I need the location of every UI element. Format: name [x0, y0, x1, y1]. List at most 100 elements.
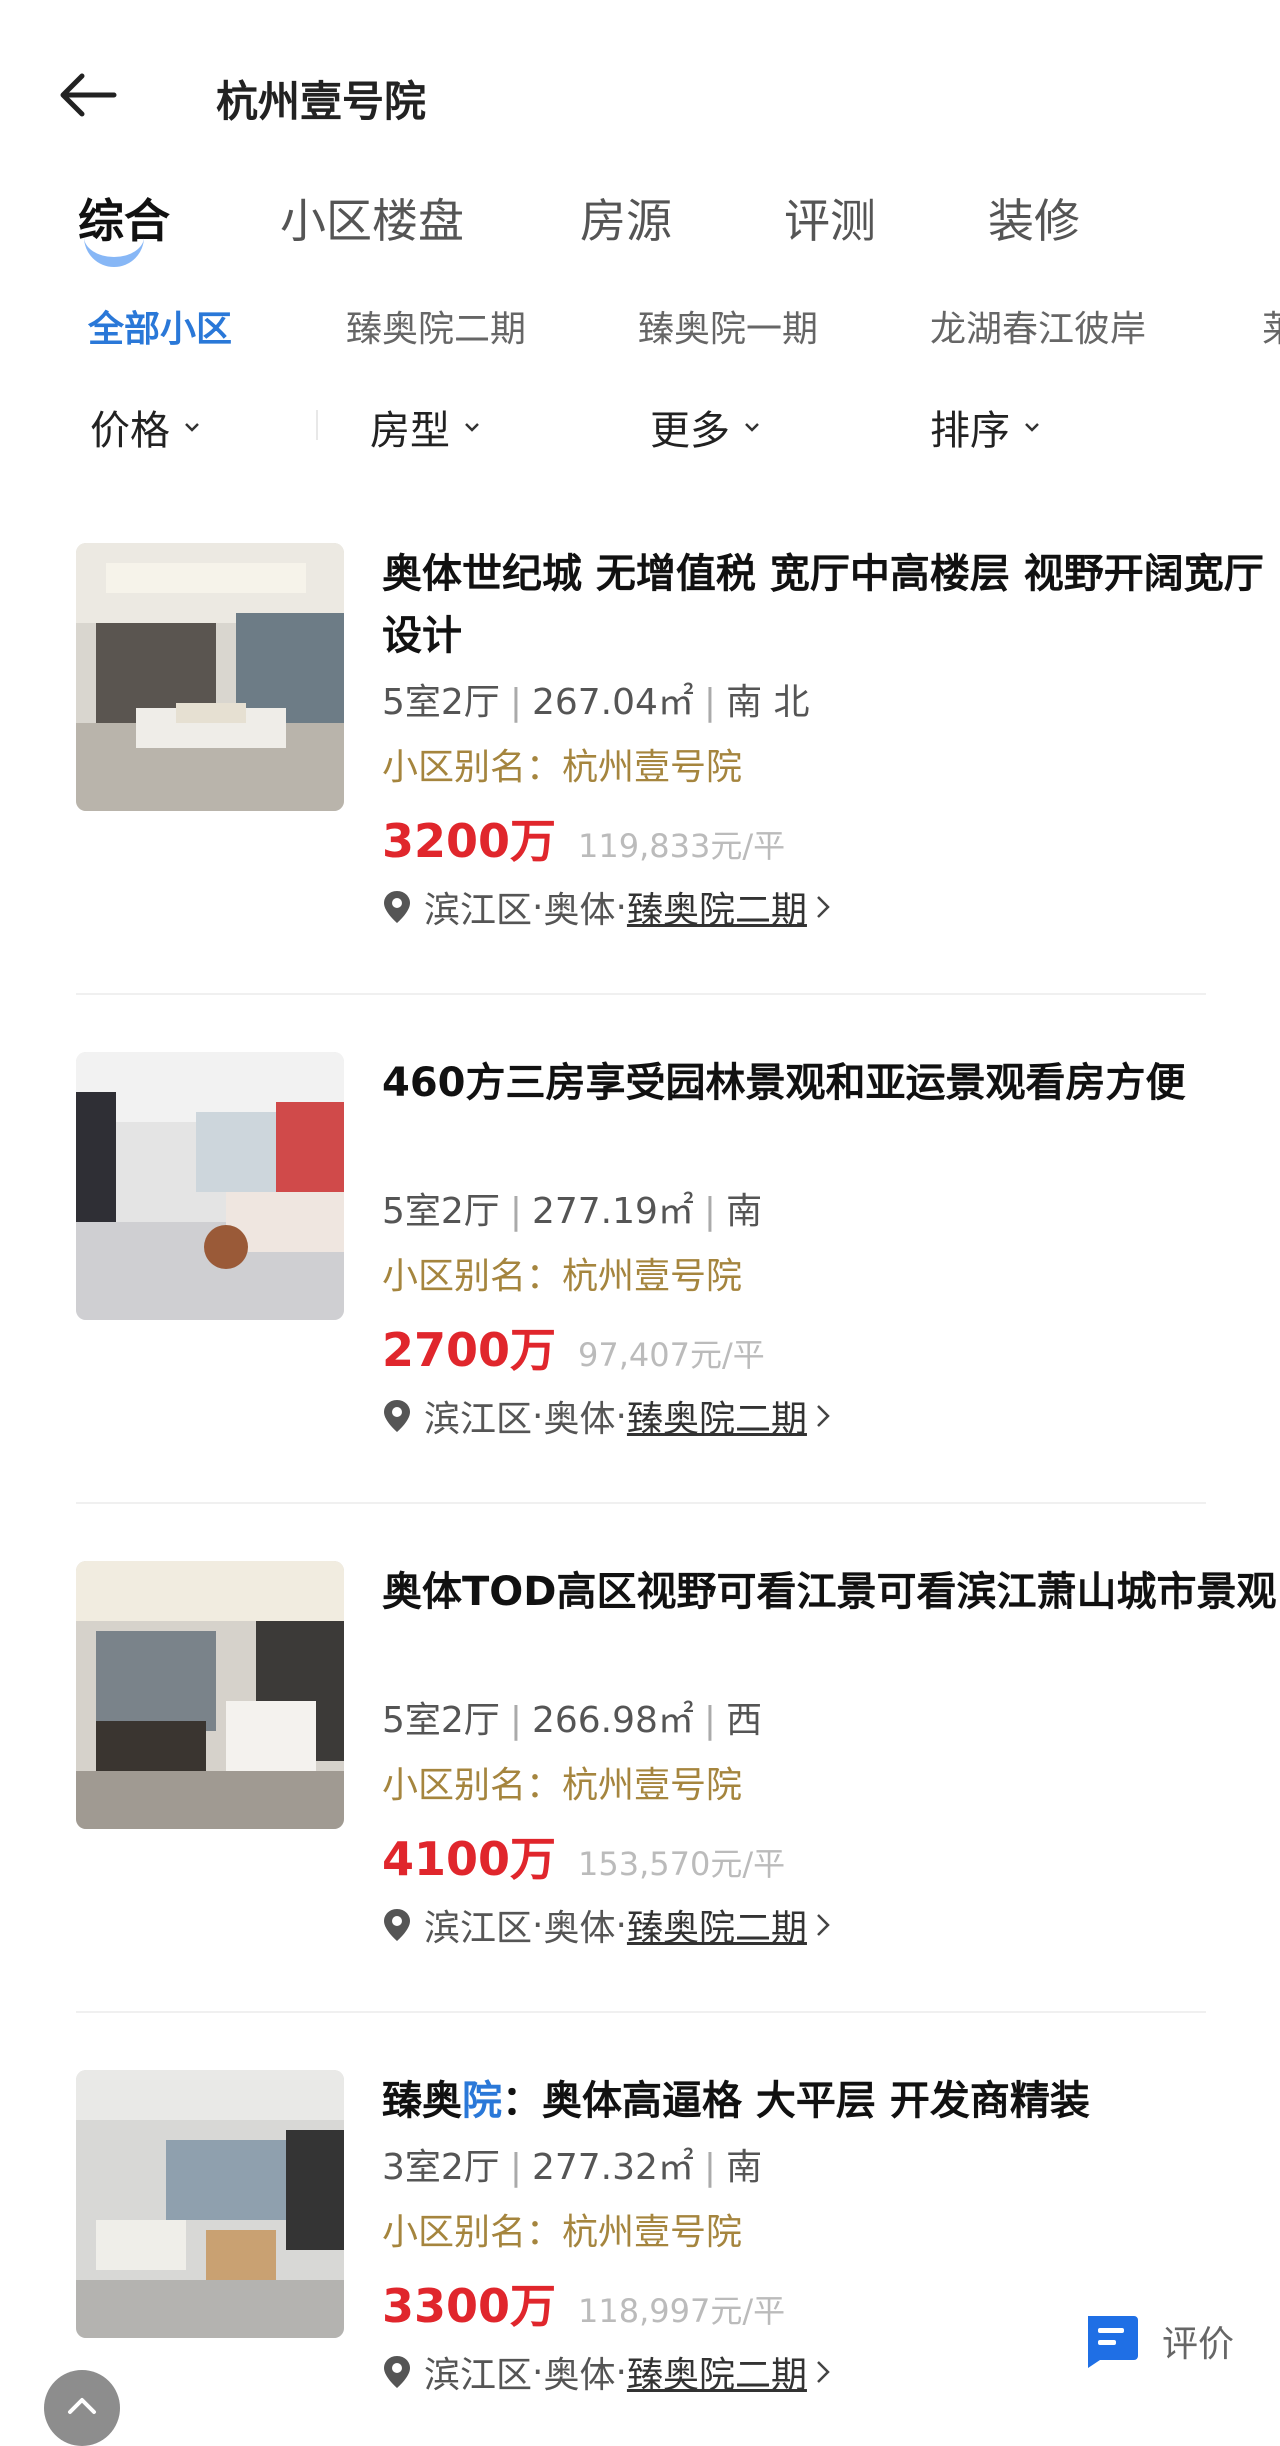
community-tab-zhenaoyuan-1[interactable]: 臻奥院一期 [638, 300, 818, 352]
dot-separator: · [615, 1395, 627, 1437]
listing-district: 滨江区 [424, 890, 533, 931]
community-tab-longhu[interactable]: 龙湖春江彼岸 [930, 300, 1146, 352]
divider [76, 1502, 1206, 1504]
dot-separator: · [532, 2351, 544, 2393]
community-tab-all[interactable]: 全部小区 [88, 300, 232, 352]
listing-alias: 小区别名：杭州壹号院 [382, 1765, 743, 1806]
listing-alias: 小区别名：杭州壹号院 [382, 747, 743, 788]
dot-separator: · [615, 886, 627, 928]
listing-card[interactable]: 460方三房享受园林景观和亚运景观看房方便 5室2厅 | 277.19㎡ | 南 小区别… [76, 1052, 1206, 1562]
listing-price: 3200万 [382, 814, 557, 868]
listing-card[interactable]: 奥体世纪城 无增值税 宽厅中高楼层 视野开阔宽厅设计 5室2厅 | 267.04㎡ |… [76, 543, 1264, 1053]
listing-area-name: 奥体 [543, 1908, 616, 1949]
listing-price-row: 3300万 118,997元/平 [382, 2270, 785, 2336]
listing-title-highlight: 院 [462, 2078, 502, 2124]
listing-card[interactable]: 臻奥院：奥体高逼格 大平层 开发商精装 3室2厅 | 277.32㎡ | 南 小区别名：… [76, 2070, 1206, 2442]
listing-rooms: 5室2厅 [382, 682, 500, 723]
listing-price: 3300万 [382, 2279, 557, 2333]
listing-orientation: 南 [726, 1191, 763, 1232]
listing-specs: 5室2厅 | 267.04㎡ | 南 北 [382, 673, 810, 725]
listing-title: 460方三房享受园林景观和亚运景观看房方便 [382, 1060, 1186, 1106]
listing-title: 奥体TOD高区视野可看江景可看滨江萧山城市景观 [382, 1569, 1277, 1615]
back-arrow-icon[interactable] [58, 70, 118, 120]
review-button[interactable]: 评价 [1082, 2312, 1234, 2370]
separator: | [703, 682, 717, 723]
filter-more[interactable]: 更多 [650, 398, 760, 456]
chat-icon [1088, 2316, 1138, 2368]
listing-unit-price: 118,997元/平 [578, 2292, 786, 2330]
chevron-right-icon [817, 2361, 830, 2383]
tab-decoration[interactable]: 装修 [988, 185, 1080, 251]
scroll-top-button[interactable] [44, 2370, 120, 2446]
listing-community-link[interactable]: 臻奥院二期 [627, 2346, 807, 2398]
chevron-right-icon [817, 1914, 830, 1936]
listing-rooms: 5室2厅 [382, 1191, 500, 1232]
filter-divider [316, 410, 318, 440]
separator: | [509, 1700, 522, 1741]
dot-separator: · [615, 2351, 627, 2393]
listing-location: 滨江区 · 奥体 · 臻奥院二期 [382, 1899, 831, 1951]
filter-more-label: 更多 [650, 408, 730, 454]
listing-unit-price: 119,833元/平 [578, 827, 786, 865]
community-tab-more[interactable]: 莱 [1262, 300, 1280, 352]
listing-specs: 3室2厅 | 277.32㎡ | 南 [382, 2138, 762, 2190]
dot-separator: · [532, 1395, 544, 1437]
tab-reviews[interactable]: 评测 [784, 185, 876, 251]
community-tabs: 全部小区 臻奥院二期 臻奥院一期 龙湖春江彼岸 莱 [0, 300, 1280, 360]
listing-orientation: 南 [726, 2147, 763, 2188]
filter-price[interactable]: 价格 [90, 398, 200, 456]
location-pin-icon [384, 891, 410, 923]
chevron-right-icon [817, 1405, 830, 1427]
listing-photo[interactable] [76, 1561, 344, 1829]
listing-community-link[interactable]: 臻奥院二期 [627, 1899, 807, 1951]
filter-sort[interactable]: 排序 [930, 398, 1040, 456]
listing-area: 266.98㎡ [531, 1700, 694, 1741]
review-button-label: 评价 [1162, 2324, 1235, 2365]
listing-alias: 小区别名：杭州壹号院 [382, 2212, 743, 2253]
listing-specs: 5室2厅 | 266.98㎡ | 西 [382, 1691, 762, 1743]
listing-title-suffix: ：奥体高逼格 大平层 开发商精装 [502, 2078, 1090, 2124]
listing-orientation: 南 北 [726, 682, 810, 723]
tab-communities[interactable]: 小区楼盘 [280, 185, 464, 251]
listing-price-row: 4100万 153,570元/平 [382, 1823, 785, 1889]
separator: | [703, 2147, 717, 2188]
listing-card[interactable]: 奥体TOD高区视野可看江景可看滨江萧山城市景观 5室2厅 | 266.98㎡ | 西 小… [76, 1561, 1277, 2071]
community-tab-zhenaoyuan-2[interactable]: 臻奥院二期 [346, 300, 526, 352]
chevron-down-icon [185, 423, 199, 432]
chevron-down-icon [1025, 423, 1039, 432]
listing-photo[interactable] [76, 1052, 344, 1320]
listing-area-name: 奥体 [543, 890, 616, 931]
main-tabs: 综合 小区楼盘 房源 评测 装修 [0, 185, 1280, 265]
filter-layout[interactable]: 房型 [370, 398, 480, 456]
arrow-up-icon [68, 2398, 96, 2414]
listing-title: 臻奥院：奥体高逼格 大平层 开发商精装 [382, 2070, 1280, 2132]
listing-photo[interactable] [76, 2070, 344, 2338]
filter-price-label: 价格 [90, 408, 170, 454]
listing-location: 滨江区 · 奥体 · 臻奥院二期 [382, 2346, 831, 2398]
dot-separator: · [532, 1904, 544, 1946]
listing-area: 277.32㎡ [531, 2147, 694, 2188]
listing-price-row: 2700万 97,407元/平 [382, 1314, 765, 1380]
listing-unit-price: 97,407元/平 [578, 1336, 765, 1374]
dot-separator: · [615, 1904, 627, 1946]
chevron-down-icon [465, 423, 479, 432]
listing-price-row: 3200万 119,833元/平 [382, 805, 785, 871]
listing-district: 滨江区 [424, 1908, 533, 1949]
header: 杭州壹号院 [0, 0, 1280, 190]
listing-district: 滨江区 [424, 1399, 533, 1440]
listing-price: 2700万 [382, 1323, 557, 1377]
listing-price: 4100万 [382, 1832, 557, 1886]
listing-area: 277.19㎡ [531, 1191, 694, 1232]
listing-community-link[interactable]: 臻奥院二期 [627, 881, 807, 933]
divider [76, 2011, 1206, 2013]
listing-rooms: 3室2厅 [382, 2147, 500, 2188]
location-pin-icon [384, 1400, 410, 1432]
listing-title: 奥体世纪城 无增值税 宽厅中高楼层 视野开阔宽厅设计 [382, 551, 1264, 659]
listing-community-link[interactable]: 臻奥院二期 [627, 1390, 807, 1442]
tab-listings[interactable]: 房源 [580, 185, 672, 251]
listing-orientation: 西 [726, 1700, 763, 1741]
listing-rooms: 5室2厅 [382, 1700, 500, 1741]
listing-photo[interactable] [76, 543, 344, 811]
listing-location: 滨江区 · 奥体 · 臻奥院二期 [382, 881, 831, 933]
location-pin-icon [384, 1909, 410, 1941]
